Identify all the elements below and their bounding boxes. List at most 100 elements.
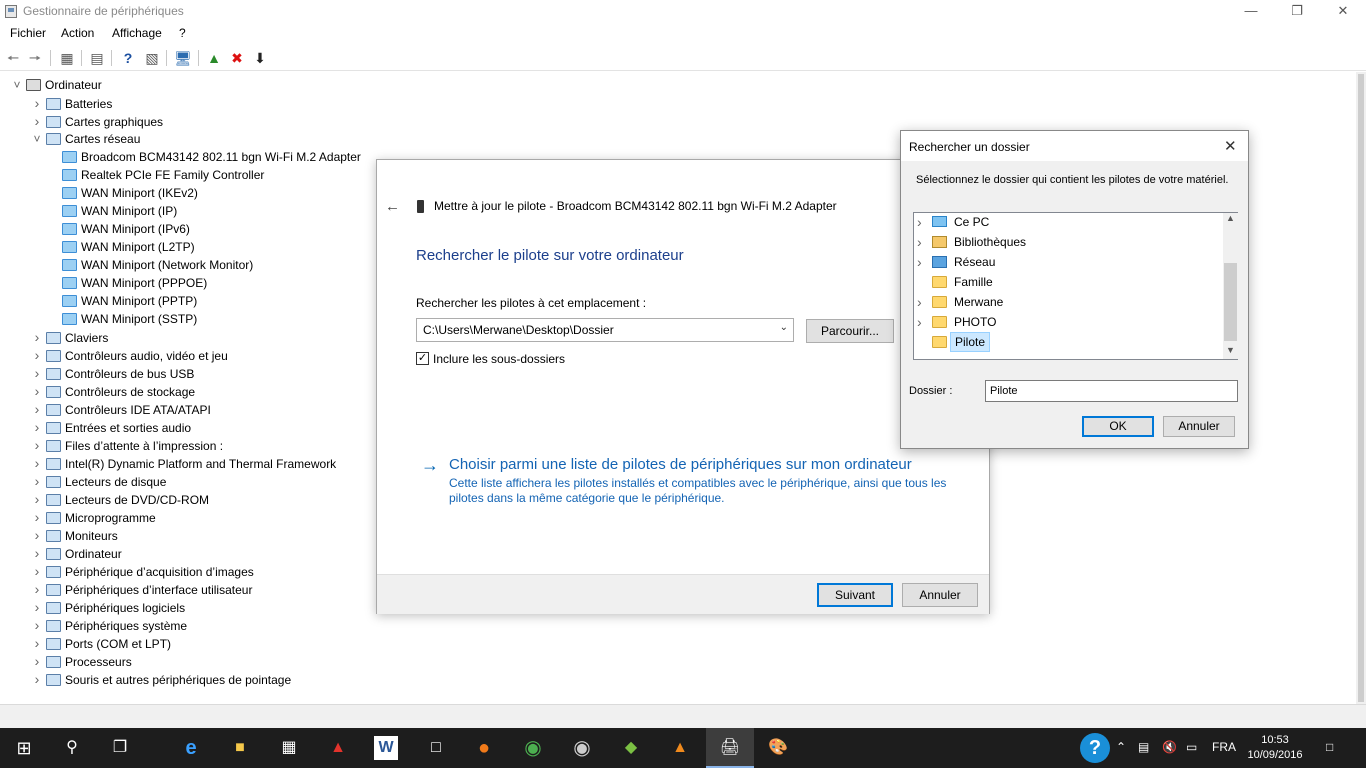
chevron-down-icon[interactable]: ▼ — [1226, 345, 1235, 355]
tree-row[interactable]: WAN Miniport (IPv6) — [50, 220, 190, 238]
tree-row[interactable]: › Contrôleurs IDE ATA/ATAPI — [32, 400, 211, 418]
acrobat-icon[interactable]: ▲ — [326, 736, 350, 760]
battery-tray-icon[interactable]: ▭ — [1186, 740, 1197, 754]
next-button[interactable]: Suivant — [817, 583, 893, 607]
chevron-right-icon[interactable]: › — [32, 364, 42, 382]
paint-icon[interactable]: 🎨 — [766, 736, 790, 760]
chevron-right-icon[interactable]: › — [917, 212, 922, 232]
tree-scrollbar[interactable] — [1356, 72, 1366, 704]
search-icon[interactable]: ⚲ — [60, 736, 84, 760]
tree-row[interactable]: › Cartes graphiques — [32, 112, 163, 130]
scan-hardware-icon[interactable]: 🖥 — [174, 49, 192, 67]
ok-button[interactable]: OK — [1082, 416, 1154, 437]
chevron-down-icon[interactable]: ⌄ — [780, 322, 788, 333]
back-arrow-icon[interactable]: 🠔 — [4, 49, 22, 67]
tree-row[interactable]: › Processeurs — [32, 652, 132, 670]
tree-row[interactable]: › Périphériques logiciels — [32, 598, 185, 616]
chevron-right-icon[interactable]: › — [32, 382, 42, 400]
chevron-right-icon[interactable]: › — [32, 436, 42, 454]
tree-row[interactable]: WAN Miniport (Network Monitor) — [50, 256, 253, 274]
tree-row[interactable]: › Ordinateur — [32, 544, 122, 562]
chevron-right-icon[interactable]: › — [917, 312, 922, 332]
vlc-icon[interactable]: ▲ — [668, 736, 692, 760]
edge-icon[interactable]: e — [179, 736, 203, 760]
tree-row[interactable]: › Périphériques système — [32, 616, 187, 634]
chevron-right-icon[interactable]: › — [32, 112, 42, 130]
chevron-right-icon[interactable]: › — [917, 232, 922, 252]
chevron-right-icon[interactable]: › — [32, 670, 42, 688]
menu-action[interactable]: Action — [61, 26, 94, 40]
folder-tree-item[interactable]: › Ce PC — [914, 212, 1214, 232]
forward-arrow-icon[interactable]: 🠖 — [26, 49, 44, 67]
chevron-right-icon[interactable]: › — [32, 652, 42, 670]
menu-help[interactable]: ? — [179, 26, 186, 40]
chevron-right-icon[interactable]: › — [32, 634, 42, 652]
help-question-icon[interactable]: ? — [1080, 733, 1110, 763]
chevron-right-icon[interactable]: › — [32, 580, 42, 598]
tree-row[interactable]: ˅ Ordinateur — [12, 76, 101, 94]
folder-input[interactable]: Pilote — [985, 380, 1238, 402]
chevron-right-icon[interactable]: › — [32, 544, 42, 562]
close-button[interactable]: ✕ — [1320, 0, 1366, 24]
menu-affichage[interactable]: Affichage — [112, 26, 162, 40]
media-player-icon[interactable]: ◉ — [570, 736, 594, 760]
store-icon[interactable]: ▦ — [277, 736, 301, 760]
chrome-icon[interactable]: ◉ — [521, 736, 545, 760]
volume-muted-icon[interactable]: 🔇 — [1162, 740, 1177, 754]
folder-tree-item[interactable]: Pilote — [914, 332, 1214, 352]
list-view-icon[interactable]: ▤ — [88, 49, 106, 67]
tree-row[interactable]: › Claviers — [32, 328, 109, 346]
tree-row[interactable]: › Ports (COM et LPT) — [32, 634, 171, 652]
tree-row[interactable]: › Périphériques d’interface utilisateur — [32, 580, 253, 598]
tree-row[interactable]: ˅ Cartes réseau — [32, 130, 140, 148]
tree-row[interactable]: WAN Miniport (L2TP) — [50, 238, 195, 256]
word-icon[interactable]: W — [374, 736, 398, 760]
tree-row[interactable]: WAN Miniport (PPPOE) — [50, 274, 207, 292]
chevron-right-icon[interactable]: › — [32, 526, 42, 544]
tree-row[interactable]: › Lecteurs de DVD/CD-ROM — [32, 490, 209, 508]
update-driver-icon[interactable]: ▲ — [205, 49, 223, 67]
folder-tree-item[interactable]: › Merwane — [914, 292, 1214, 312]
device-manager-task[interactable]: 🖨 — [706, 728, 754, 768]
file-explorer-icon[interactable]: ■ — [228, 736, 252, 760]
tree-row[interactable]: WAN Miniport (IP) — [50, 202, 177, 220]
tree-row[interactable]: WAN Miniport (PPTP) — [50, 292, 197, 310]
chevron-down-icon[interactable]: ˅ — [12, 76, 22, 94]
chevron-right-icon[interactable]: › — [32, 400, 42, 418]
chevron-up-icon[interactable]: ▲ — [1226, 213, 1235, 223]
include-subfolders-checkbox[interactable]: ✓ — [416, 352, 429, 365]
folder-tree-item[interactable]: › Bibliothèques — [914, 232, 1214, 252]
back-arrow-icon[interactable]: ← — [385, 198, 400, 215]
wizard-cancel-button[interactable]: Annuler — [902, 583, 978, 607]
chevron-right-icon[interactable]: › — [32, 454, 42, 472]
chevron-right-icon[interactable]: › — [32, 346, 42, 364]
tree-row[interactable]: › Lecteurs de disque — [32, 472, 167, 490]
tree-row[interactable]: WAN Miniport (IKEv2) — [50, 184, 198, 202]
clock[interactable]: 10:53 10/09/2016 — [1242, 733, 1308, 763]
language-indicator[interactable]: FRA — [1212, 740, 1236, 754]
folder-tree-item[interactable]: › Réseau — [914, 252, 1214, 272]
tree-row[interactable]: › Intel(R) Dynamic Platform and Thermal F… — [32, 454, 337, 472]
minimize-button[interactable]: — — [1228, 0, 1274, 24]
windows-start-icon[interactable]: ⊞ — [12, 736, 36, 760]
chevron-right-icon[interactable]: › — [32, 472, 42, 490]
chevron-right-icon[interactable]: › — [917, 252, 922, 272]
location-combo[interactable]: C:\Users\Merwane\Desktop\Dossier ⌄ — [416, 318, 794, 342]
folder-cancel-button[interactable]: Annuler — [1163, 416, 1235, 437]
bluestacks-icon[interactable]: ◆ — [619, 736, 643, 760]
disable-device-icon[interactable]: ⬇ — [251, 49, 269, 67]
network-tray-icon[interactable]: ▤ — [1138, 740, 1149, 754]
close-icon[interactable]: ✕ — [1224, 137, 1237, 155]
chevron-right-icon[interactable]: › — [32, 508, 42, 526]
tree-row[interactable]: Broadcom BCM43142 802.11 bgn Wi-Fi M.2 A… — [50, 148, 361, 166]
tree-row[interactable]: › Entrées et sorties audio — [32, 418, 191, 436]
folder-tree-item[interactable]: Famille — [914, 272, 1214, 292]
help-icon[interactable]: ? — [119, 49, 137, 67]
action-center-icon[interactable]: □ — [1326, 740, 1333, 754]
tree-row[interactable]: › Contrôleurs de stockage — [32, 382, 195, 400]
folder-tree-item[interactable]: › PHOTO — [914, 312, 1214, 332]
tree-row[interactable]: › Files d’attente à l’impression : — [32, 436, 223, 454]
tree-row[interactable]: › Périphérique d’acquisition d’images — [32, 562, 254, 580]
properties-view-icon[interactable]: ▦ — [58, 49, 76, 67]
firefox-icon[interactable]: ● — [472, 736, 496, 760]
